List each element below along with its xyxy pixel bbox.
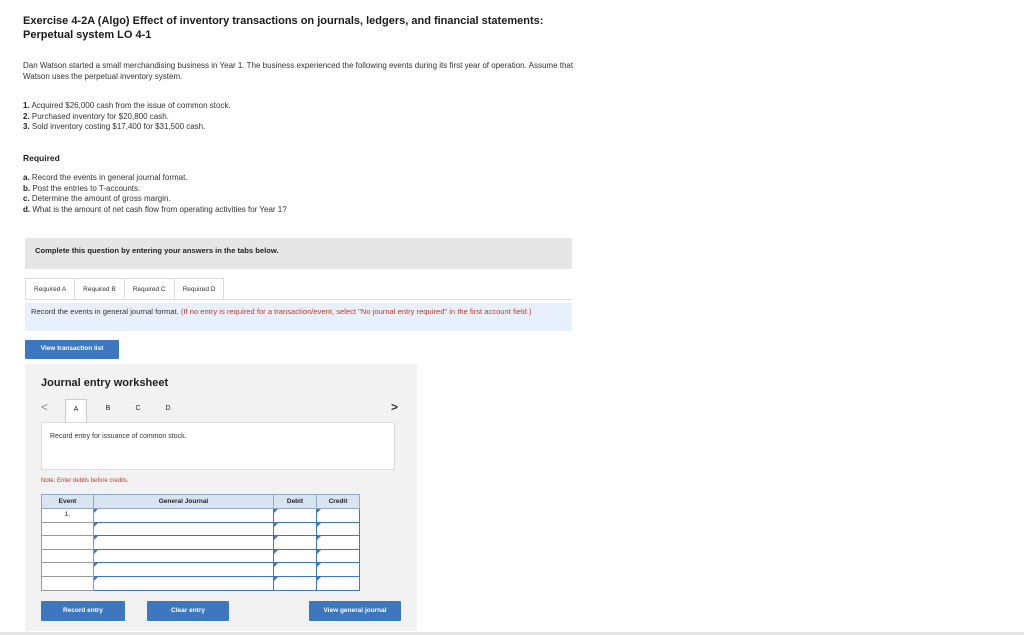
journal-entry-worksheet: Journal entry worksheet < A B C D > Reco… [25,364,417,631]
debit-input[interactable] [273,508,317,523]
column-header-debit: Debit [273,494,317,509]
debit-input[interactable] [273,575,317,591]
tab-divider [25,299,572,300]
chevron-right-icon[interactable]: > [391,400,398,414]
requirement-item: a. Record the events in general journal … [23,173,188,182]
clear-entry-button[interactable]: Clear entry [147,601,229,621]
exercise-intro: Dan Watson started a small merchandising… [23,61,574,81]
requirement-tabs: Required A Required B Required C Require… [25,278,225,300]
account-select[interactable] [93,508,274,523]
table-row [41,562,360,577]
table-row: 1. [41,508,360,523]
credit-input[interactable] [316,521,360,537]
event-cell [41,548,94,564]
column-header-event: Event [41,494,94,509]
chevron-left-icon[interactable]: < [41,400,48,414]
complete-banner: Complete this question by entering your … [25,238,572,269]
table-row [41,521,360,537]
account-select[interactable] [93,535,274,550]
tab-required-c[interactable]: Required C [124,278,175,300]
worksheet-tab-b[interactable]: B [97,399,119,421]
worksheet-tab-c[interactable]: C [127,399,149,421]
column-header-credit: Credit [316,494,360,509]
worksheet-tab-d[interactable]: D [157,399,179,421]
requirement-item: b. Post the entries to T-accounts. [23,183,141,193]
events-list: 1. Acquired $26,000 cash from the issue … [23,101,231,133]
credit-input[interactable] [316,575,360,591]
event-cell [41,562,94,577]
record-entry-button[interactable]: Record entry [41,601,125,621]
account-select[interactable] [93,521,274,537]
view-transaction-list-button[interactable]: View transaction list [25,340,119,359]
event-cell [41,521,94,537]
event-cell: 1. [41,508,94,523]
tab-required-d[interactable]: Required D [174,278,225,300]
requirement-item: c. Determine the amount of gross margin. [23,194,171,203]
debit-input[interactable] [273,535,317,550]
worksheet-title: Journal entry worksheet [41,377,169,389]
required-heading: Required [23,153,60,163]
credit-input[interactable] [316,508,360,523]
debit-input[interactable] [273,562,317,577]
exercise-title: Exercise 4-2A (Algo) Effect of inventory… [23,15,544,41]
worksheet-tab-a[interactable]: A [65,399,87,423]
table-row [41,548,360,564]
instruction-text: Record the events in general journal for… [31,307,179,316]
credit-input[interactable] [316,535,360,550]
entry-description-box: Record entry for issuance of common stoc… [41,422,395,470]
instruction-note: (If no entry is required for a transacti… [180,307,532,316]
account-select[interactable] [93,575,274,591]
journal-table: Event General Journal Debit Credit 1. [41,494,360,591]
instruction-box: Record the events in general journal for… [25,303,572,331]
table-row [41,535,360,550]
event-item: 1. Acquired $26,000 cash from the issue … [23,101,231,110]
requirement-item: d. What is the amount of net cash flow f… [23,204,287,214]
entry-description: Record entry for issuance of common stoc… [50,433,187,440]
credit-input[interactable] [316,548,360,564]
event-item: 2. Purchased inventory for $20,800 cash. [23,111,169,121]
tab-required-a[interactable]: Required A [25,278,76,300]
account-select[interactable] [93,562,274,577]
view-general-journal-button[interactable]: View general journal [309,601,401,621]
tab-required-b[interactable]: Required B [75,278,125,300]
debits-note: Note: Enter debits before credits. [41,478,129,484]
credit-input[interactable] [316,562,360,577]
debit-input[interactable] [273,521,317,537]
table-row [41,575,360,591]
requirements-list: a. Record the events in general journal … [23,173,287,215]
event-cell [41,575,94,591]
event-item: 3. Sold inventory costing $17,400 for $3… [23,122,206,131]
column-header-general-journal: General Journal [93,494,274,509]
debit-input[interactable] [273,548,317,564]
account-select[interactable] [93,548,274,564]
event-cell [41,535,94,550]
